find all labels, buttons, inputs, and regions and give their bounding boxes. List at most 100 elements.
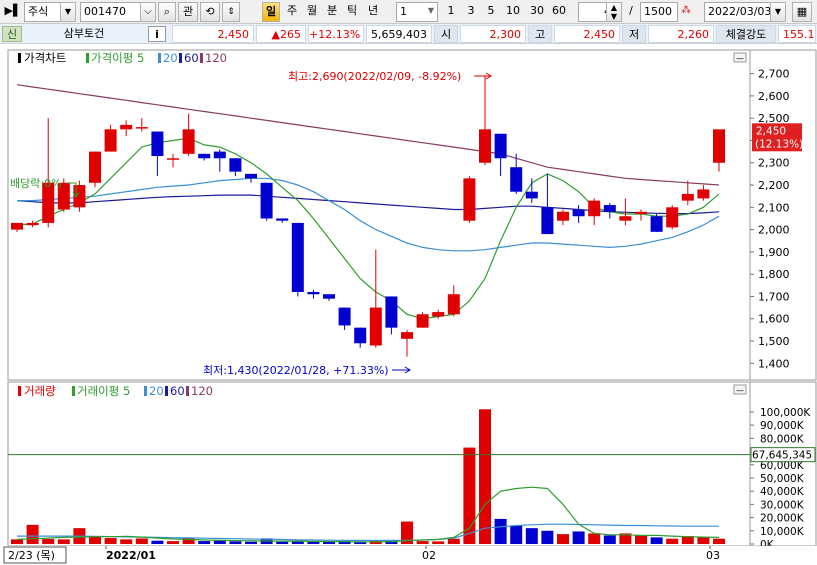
candle-body[interactable] — [307, 292, 320, 295]
candle-body[interactable] — [245, 173, 257, 179]
period-month-button[interactable]: 월 — [302, 2, 322, 22]
candle-body[interactable] — [666, 207, 679, 228]
volume-bar[interactable] — [650, 537, 663, 544]
candle-body[interactable] — [323, 294, 335, 299]
candle-body[interactable] — [104, 129, 117, 152]
market-dropdown-icon[interactable]: ▼ — [60, 2, 76, 22]
volume-bar[interactable] — [588, 533, 601, 544]
volume-bar[interactable] — [635, 535, 647, 544]
volume-bar[interactable] — [603, 535, 616, 544]
quick-10-button[interactable]: 10 — [502, 2, 524, 22]
volume-bar[interactable] — [447, 538, 460, 544]
count-stepper-icon[interactable]: ▲ ▼ — [606, 2, 622, 22]
candle-body[interactable] — [11, 222, 23, 230]
volume-bar[interactable] — [213, 540, 226, 544]
candle-body[interactable] — [650, 216, 663, 232]
candle-body[interactable] — [525, 191, 538, 199]
candle-body[interactable] — [89, 151, 101, 183]
candle-body[interactable] — [198, 153, 211, 159]
candle-body[interactable] — [276, 218, 289, 221]
volume-bar[interactable] — [541, 530, 554, 544]
code-dropdown-icon[interactable]: ⌵ — [140, 2, 156, 22]
price-panel-close-icon[interactable]: — — [733, 52, 747, 63]
volume-bar[interactable] — [510, 525, 523, 544]
quick-30-button[interactable]: 30 — [526, 2, 548, 22]
candle-body[interactable] — [338, 307, 351, 326]
volume-bar[interactable] — [479, 409, 491, 544]
candle-body[interactable] — [120, 124, 133, 130]
candle-body[interactable] — [401, 332, 413, 339]
volume-bar[interactable] — [557, 534, 569, 544]
period-week-button[interactable]: 주 — [282, 2, 302, 22]
quick-1-button[interactable]: 1 — [442, 2, 460, 22]
candle-body[interactable] — [229, 158, 242, 172]
panel-toggle-icon[interactable]: ▶▌ — [2, 2, 24, 22]
refresh-icon[interactable]: ⟲ — [200, 2, 220, 22]
volume-bar[interactable] — [323, 542, 335, 544]
period-minute-button[interactable]: 분 — [322, 2, 342, 22]
quick-5-button[interactable]: 5 — [482, 2, 500, 22]
candle-body[interactable] — [354, 327, 367, 344]
candle-body[interactable] — [260, 182, 273, 219]
candle-body[interactable] — [557, 211, 569, 221]
quick-60-button[interactable]: 60 — [548, 2, 570, 22]
volume-bar[interactable] — [354, 542, 367, 544]
candle-body[interactable] — [291, 222, 304, 292]
volume-bar[interactable] — [416, 541, 429, 544]
chart-area[interactable]: — — 2,7002,6002,5002,4002,3002,2002,1002… — [0, 44, 817, 565]
volume-legend[interactable]: 거래량 거래이평 5 20 60 120 — [18, 384, 213, 398]
updown-stepper-icon[interactable]: ⇕ — [222, 2, 240, 22]
chart-tools-icon[interactable]: ⁂ — [678, 2, 694, 22]
volume-bar[interactable] — [135, 538, 148, 544]
volume-bar[interactable] — [494, 518, 507, 544]
volume-bar[interactable] — [432, 541, 445, 544]
volume-bar[interactable] — [245, 541, 257, 544]
quick-3-button[interactable]: 3 — [462, 2, 480, 22]
volume-bar[interactable] — [151, 540, 164, 544]
candle-body[interactable] — [26, 222, 39, 226]
candle-body[interactable] — [447, 294, 460, 315]
volume-bar[interactable] — [120, 539, 133, 544]
candle-body[interactable] — [369, 307, 382, 346]
candle-body[interactable] — [510, 167, 523, 192]
candle-body[interactable] — [385, 296, 398, 328]
total-input[interactable]: 1500 — [640, 2, 678, 22]
volume-bar[interactable] — [104, 538, 117, 544]
candle-body[interactable] — [463, 178, 476, 221]
candle-body[interactable] — [213, 151, 226, 159]
price-legend[interactable]: 가격차트 가격이평 5 20 60 120 — [18, 51, 227, 65]
volume-bar[interactable] — [42, 538, 55, 544]
date-dropdown-icon[interactable]: ▼ — [770, 2, 786, 22]
candle-body[interactable] — [479, 129, 491, 163]
candle-body[interactable] — [167, 158, 179, 160]
candle-body[interactable] — [572, 209, 585, 217]
candle-body[interactable] — [416, 314, 429, 328]
volume-bar[interactable] — [572, 531, 585, 544]
candle-body[interactable] — [135, 127, 148, 129]
candle-body[interactable] — [697, 189, 710, 199]
candle-body[interactable] — [541, 207, 554, 235]
period-day-button[interactable]: 일 — [262, 2, 280, 22]
volume-bar[interactable] — [697, 537, 710, 544]
multiplier-dropdown-icon[interactable]: ▼ — [424, 2, 438, 22]
period-tick-button[interactable]: 틱 — [342, 2, 362, 22]
volume-bar[interactable] — [26, 524, 39, 544]
period-year-button[interactable]: 년 — [362, 2, 384, 22]
candle-body[interactable] — [432, 312, 445, 317]
volume-bar[interactable] — [229, 541, 242, 544]
candle-body[interactable] — [603, 205, 616, 212]
volume-bar[interactable] — [713, 538, 725, 544]
candle-body[interactable] — [619, 216, 632, 221]
volume-bar[interactable] — [11, 539, 23, 544]
candle-body[interactable] — [494, 133, 507, 159]
candle-body[interactable] — [151, 131, 164, 157]
search-icon[interactable]: ⌕ — [158, 2, 176, 22]
volume-bar[interactable] — [463, 447, 476, 544]
candle-body[interactable] — [588, 200, 601, 217]
volume-panel[interactable] — [7, 381, 751, 547]
candle-body[interactable] — [713, 129, 725, 163]
volume-bar[interactable] — [525, 528, 538, 544]
candle-body[interactable] — [635, 211, 647, 214]
info-button[interactable]: i — [148, 26, 166, 42]
candle-body[interactable] — [182, 129, 195, 154]
